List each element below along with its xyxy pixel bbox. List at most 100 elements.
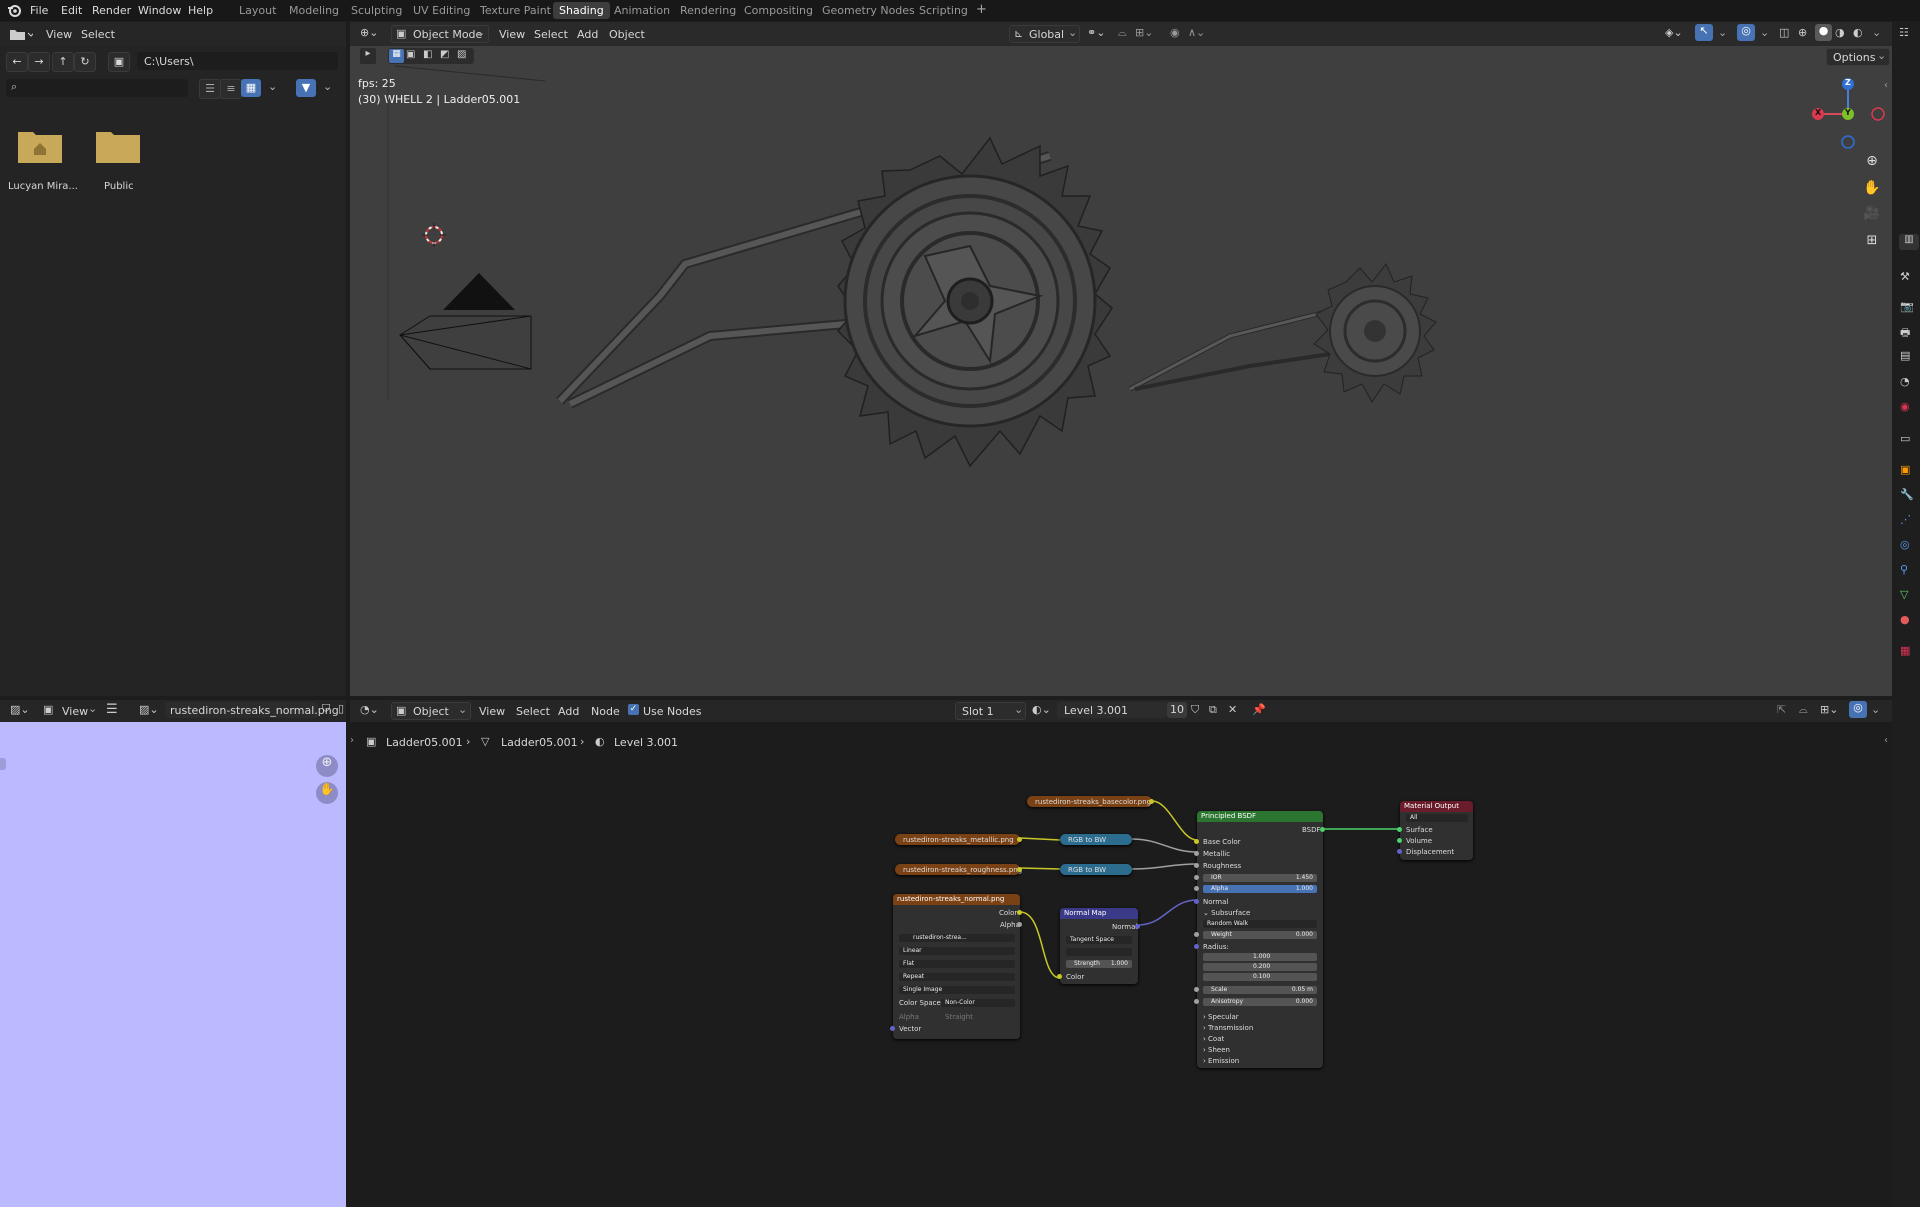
color-output-label: Color [999,909,1018,917]
transmission-panel-toggle[interactable]: › Transmission [1203,1024,1253,1032]
node-header: Material Output [1400,801,1473,812]
space-value: Tangent Space [1070,936,1114,943]
strength-slider[interactable]: Strength 1.000 [1066,960,1132,968]
output-target-dropdown[interactable]: All [1406,814,1468,822]
image-texture-node-basecolor[interactable]: rustediron-streaks_basecolor.png [1027,796,1154,807]
roughness-socket[interactable] [1194,863,1199,868]
uv-map-field[interactable] [1066,948,1132,956]
normal-map-node[interactable]: Normal Map Normal Tangent Space Strength… [1057,908,1140,984]
node-header: rustediron-streaks_normal.png [893,894,1020,905]
displacement-socket[interactable] [1397,849,1402,854]
extension-dropdown[interactable]: Repeat [899,973,1015,981]
specular-panel-toggle[interactable]: › Specular [1203,1013,1239,1021]
radius-y-field[interactable]: 0.200 [1203,963,1317,971]
interpolation-value: Linear [903,947,922,954]
principled-bsdf-node[interactable]: Principled BSDF BSDF Base Color Metallic… [1194,811,1325,1068]
strength-label: Strength [1074,960,1100,967]
coat-panel-toggle[interactable]: › Coat [1203,1035,1224,1043]
ior-label: IOR [1211,874,1222,881]
anisotropy-field[interactable]: Anisotropy 0.000 [1203,998,1317,1006]
subsurface-method-value: Random Walk [1207,920,1249,927]
scale-socket[interactable] [1194,987,1199,992]
image-texture-node-normal[interactable]: rustediron-streaks_normal.png Color Alph… [890,894,1022,1039]
radius-x-field[interactable]: 1.000 [1203,953,1317,961]
source-value: Single Image [903,986,943,993]
surface-socket[interactable] [1397,827,1402,832]
node-title: Material Output [1404,802,1459,810]
alpha-mode-label: Alpha [899,1013,919,1021]
image-selector[interactable]: rustediron-strea... [899,934,1015,942]
emission-panel-toggle[interactable]: › Emission [1203,1057,1239,1065]
volume-socket[interactable] [1397,838,1402,843]
extension-value: Repeat [903,973,925,980]
base-color-label: Base Color [1203,838,1241,846]
node-title: rustediron-streaks_basecolor.png [1035,798,1152,806]
subsurface-label: Subsurface [1211,909,1251,917]
vector-input-socket[interactable] [890,1026,895,1031]
color-output-socket[interactable] [1017,867,1022,872]
image-selector-label: rustediron-strea... [913,934,967,941]
radius-z-value: 0.100 [1253,973,1271,980]
image-texture-node-roughness[interactable]: rustediron-streaks_roughness.png [895,864,1023,875]
color-input-socket[interactable] [1057,974,1062,979]
alpha-field[interactable]: Alpha 1.000 [1203,885,1317,893]
scale-value: 0.05 m [1291,986,1313,993]
color-space-dropdown[interactable]: Non-Color [941,999,1015,1007]
radius-socket[interactable] [1194,944,1199,949]
color-output-socket[interactable] [1017,837,1022,842]
interpolation-dropdown[interactable]: Linear [899,947,1015,955]
material-output-node[interactable]: Material Output All Surface Volume Displ… [1397,801,1473,860]
radius-label: Radius: [1203,943,1229,951]
node-title: Normal Map [1064,909,1107,917]
color-output-socket[interactable] [1017,910,1022,915]
alpha-output-socket[interactable] [1017,922,1022,927]
anisotropy-socket[interactable] [1194,999,1199,1004]
vector-input-label: Vector [899,1025,922,1033]
alpha-mode-value: Straight [945,1013,973,1021]
coat-label: Coat [1208,1035,1225,1043]
sheen-label: Sheen [1208,1046,1230,1054]
ior-field[interactable]: IOR 1.450 [1203,874,1317,882]
scale-field[interactable]: Scale 0.05 m [1203,986,1317,994]
subsurface-method-dropdown[interactable]: Random Walk [1203,920,1317,928]
node-title: rustediron-streaks_roughness.png [903,866,1023,874]
base-color-socket[interactable] [1194,839,1199,844]
specular-label: Specular [1208,1013,1239,1021]
rgb-to-bw-node[interactable]: RGB to BW [1060,864,1132,875]
strength-value: 1.000 [1110,960,1128,967]
projection-value: Flat [903,960,915,967]
source-dropdown[interactable]: Single Image [899,986,1015,994]
metallic-label: Metallic [1203,850,1231,858]
sheen-panel-toggle[interactable]: › Sheen [1203,1046,1230,1054]
rgb-to-bw-node[interactable]: RGB to BW [1060,834,1132,845]
weight-field[interactable]: Weight 0.000 [1203,931,1317,939]
normal-socket[interactable] [1194,899,1199,904]
weight-socket[interactable] [1194,932,1199,937]
subsurface-panel-toggle[interactable]: ⌄ Subsurface [1203,909,1250,917]
anisotropy-value: 0.000 [1295,998,1313,1005]
color-output-socket[interactable] [1149,799,1154,804]
node-title: RGB to BW [1068,836,1107,844]
color-space-value: Non-Color [945,999,975,1006]
alpha-socket[interactable] [1194,886,1199,891]
projection-dropdown[interactable]: Flat [899,960,1015,968]
surface-label: Surface [1406,826,1433,834]
node-title: rustediron-streaks_metallic.png [903,836,1014,844]
normal-output-socket[interactable] [1135,924,1140,929]
bsdf-output-socket[interactable] [1320,827,1325,832]
emission-label: Emission [1208,1057,1240,1065]
radius-z-field[interactable]: 0.100 [1203,973,1317,981]
weight-value: 0.000 [1295,931,1313,938]
image-texture-node-metallic[interactable]: rustediron-streaks_metallic.png [895,834,1022,845]
volume-label: Volume [1406,837,1433,845]
scale-label: Scale [1211,986,1228,993]
node-header: Principled BSDF [1197,811,1323,822]
metallic-socket[interactable] [1194,851,1199,856]
space-dropdown[interactable]: Tangent Space [1066,936,1132,944]
ior-socket[interactable] [1194,875,1199,880]
roughness-label: Roughness [1203,862,1242,870]
ior-value: 1.450 [1295,874,1313,881]
alpha-value: 1.000 [1295,885,1313,892]
node-header: Normal Map [1060,908,1138,919]
weight-label: Weight [1211,931,1232,938]
